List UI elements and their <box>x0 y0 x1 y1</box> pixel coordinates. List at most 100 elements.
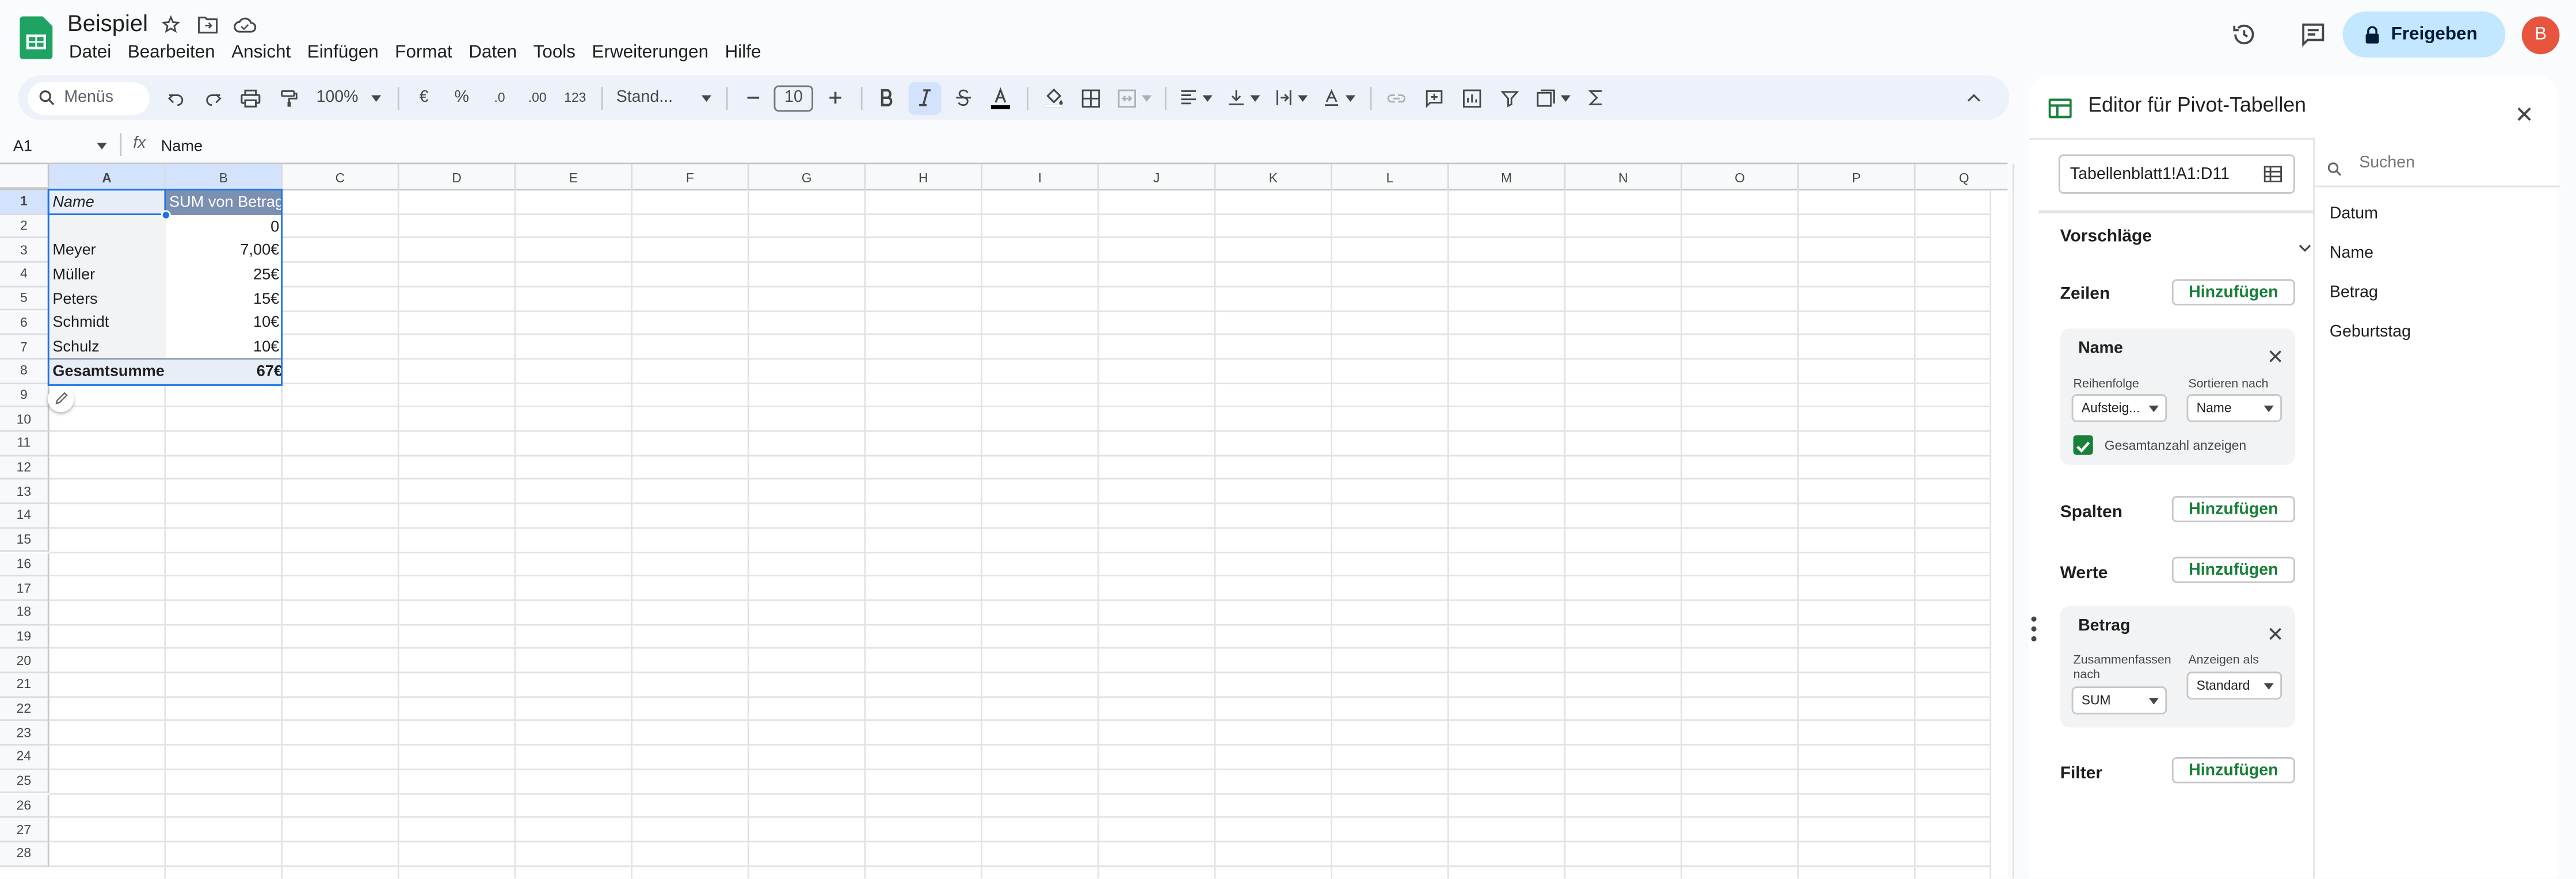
insert-comment-icon[interactable] <box>1418 81 1451 114</box>
filter-icon[interactable] <box>1493 81 1526 114</box>
row-header[interactable]: 18 <box>0 601 49 625</box>
row-header[interactable]: 16 <box>0 552 49 577</box>
add-row-button[interactable]: Hinzufügen <box>2171 279 2295 305</box>
column-header[interactable]: C <box>283 164 399 191</box>
row-header[interactable]: 19 <box>0 625 49 649</box>
remove-value-field-icon[interactable] <box>2269 619 2282 648</box>
menu-search[interactable]: Menüs <box>28 81 150 114</box>
add-column-button[interactable]: Hinzufügen <box>2171 496 2295 522</box>
row-header[interactable]: 6 <box>0 311 49 335</box>
filter-views-icon[interactable] <box>1531 81 1574 114</box>
cloud-saved-icon[interactable] <box>233 15 257 35</box>
row-header[interactable]: 28 <box>0 842 49 867</box>
show-as-select[interactable]: Standard <box>2186 671 2282 700</box>
column-header[interactable]: J <box>1099 164 1216 191</box>
row-header[interactable]: 13 <box>0 480 49 505</box>
zoom-select[interactable]: 100% <box>310 81 388 114</box>
field-search-input[interactable]: Suchen <box>2359 154 2415 172</box>
panel-resize-handle-icon[interactable] <box>2030 616 2037 650</box>
bold-icon[interactable] <box>871 81 904 114</box>
document-title[interactable]: Beispiel <box>67 10 148 36</box>
column-header[interactable]: P <box>1799 164 1916 191</box>
share-button[interactable]: Freigeben <box>2343 11 2506 58</box>
field-item-betrag[interactable]: Betrag <box>2330 284 2378 302</box>
font-select[interactable]: Stand... <box>611 81 717 114</box>
move-folder-icon[interactable] <box>197 15 219 35</box>
borders-icon[interactable] <box>1074 81 1107 114</box>
fill-handle[interactable] <box>161 209 171 220</box>
insert-link-icon[interactable] <box>1380 81 1413 114</box>
column-header[interactable]: N <box>1565 164 1683 191</box>
column-header[interactable]: A <box>49 164 166 191</box>
column-header[interactable]: F <box>632 164 749 191</box>
paint-format-icon[interactable] <box>272 81 304 114</box>
functions-icon[interactable] <box>1579 81 1611 114</box>
column-header[interactable]: I <box>982 164 1099 191</box>
column-header[interactable]: O <box>1682 164 1799 191</box>
font-size-decrease-icon[interactable] <box>736 81 769 114</box>
column-header[interactable]: G <box>749 164 866 191</box>
font-size-increase-icon[interactable] <box>818 81 851 114</box>
comments-icon[interactable] <box>2291 12 2337 58</box>
row-header[interactable]: 5 <box>0 286 49 311</box>
menu-insert[interactable]: Einfügen <box>299 41 387 64</box>
font-size-input[interactable]: 10 <box>773 81 814 114</box>
row-header[interactable]: 10 <box>0 407 49 432</box>
suggestions-label[interactable]: Vorschläge <box>2060 227 2152 246</box>
add-value-button[interactable]: Hinzufügen <box>2171 556 2295 583</box>
vertical-align-icon[interactable] <box>1222 81 1265 114</box>
row-header[interactable]: 11 <box>0 431 49 456</box>
show-totals-checkbox[interactable] <box>2073 435 2093 455</box>
insert-chart-icon[interactable] <box>1455 81 1488 114</box>
add-filter-button[interactable]: Hinzufügen <box>2171 756 2295 784</box>
print-icon[interactable] <box>234 81 267 114</box>
fill-color-icon[interactable] <box>1037 81 1069 114</box>
name-box[interactable]: A1 <box>13 138 32 156</box>
close-icon[interactable] <box>2517 100 2532 129</box>
remove-row-field-icon[interactable] <box>2269 342 2282 371</box>
row-header[interactable]: 15 <box>0 528 49 553</box>
row-header[interactable]: 22 <box>0 697 49 722</box>
row-header[interactable]: 20 <box>0 649 49 674</box>
row-header[interactable]: 9 <box>0 383 49 408</box>
decrease-decimal-button[interactable]: .0 <box>483 81 516 114</box>
column-header[interactable]: D <box>399 164 516 191</box>
select-range-icon[interactable] <box>2263 166 2282 182</box>
row-header[interactable]: 2 <box>0 215 49 239</box>
row-header[interactable]: 12 <box>0 456 49 480</box>
redo-icon[interactable] <box>196 81 229 114</box>
merge-cells-icon[interactable] <box>1112 81 1155 114</box>
row-header[interactable]: 7 <box>0 335 49 360</box>
row-header[interactable]: 17 <box>0 576 49 601</box>
vertical-scrollbar[interactable] <box>1989 190 2008 879</box>
menu-view[interactable]: Ansicht <box>223 41 299 64</box>
currency-format-button[interactable]: € <box>407 81 440 114</box>
number-format-button[interactable]: 123 <box>559 81 592 114</box>
menu-edit[interactable]: Bearbeiten <box>119 41 223 64</box>
menu-file[interactable]: Datei <box>61 41 120 64</box>
row-header[interactable]: 24 <box>0 746 49 770</box>
version-history-icon[interactable] <box>2222 12 2268 58</box>
spreadsheet-grid[interactable]: ABCDEFGHIJKLMNOPQ 1 2 3 4 5 6 7 8 9 10 11 12 13 14 15 1… <box>0 162 2014 879</box>
field-item-datum[interactable]: Datum <box>2330 205 2378 223</box>
data-range-input[interactable]: Tabellenblatt1!A1:D11 <box>2058 154 2295 194</box>
text-wrap-icon[interactable] <box>1270 81 1313 114</box>
avatar[interactable]: B <box>2521 16 2560 53</box>
column-header[interactable]: K <box>1215 164 1333 191</box>
sheets-logo-icon[interactable] <box>20 16 53 59</box>
column-header[interactable]: H <box>866 164 983 191</box>
column-header[interactable]: M <box>1449 164 1566 191</box>
row-header[interactable]: 27 <box>0 818 49 843</box>
formula-input[interactable]: Name <box>161 138 203 156</box>
name-box-dropdown-icon[interactable] <box>97 143 107 150</box>
row-header[interactable]: 21 <box>0 673 49 698</box>
row-header[interactable]: 3 <box>0 239 49 263</box>
collapse-toolbar-icon[interactable] <box>1957 81 1990 114</box>
menu-data[interactable]: Daten <box>460 41 525 64</box>
italic-icon[interactable] <box>908 81 942 114</box>
strikethrough-icon[interactable] <box>946 81 979 114</box>
row-header[interactable]: 1 <box>0 190 49 215</box>
menu-extensions[interactable]: Erweiterungen <box>584 41 717 64</box>
field-item-name[interactable]: Name <box>2330 244 2373 262</box>
chevron-down-icon[interactable] <box>2299 231 2312 261</box>
